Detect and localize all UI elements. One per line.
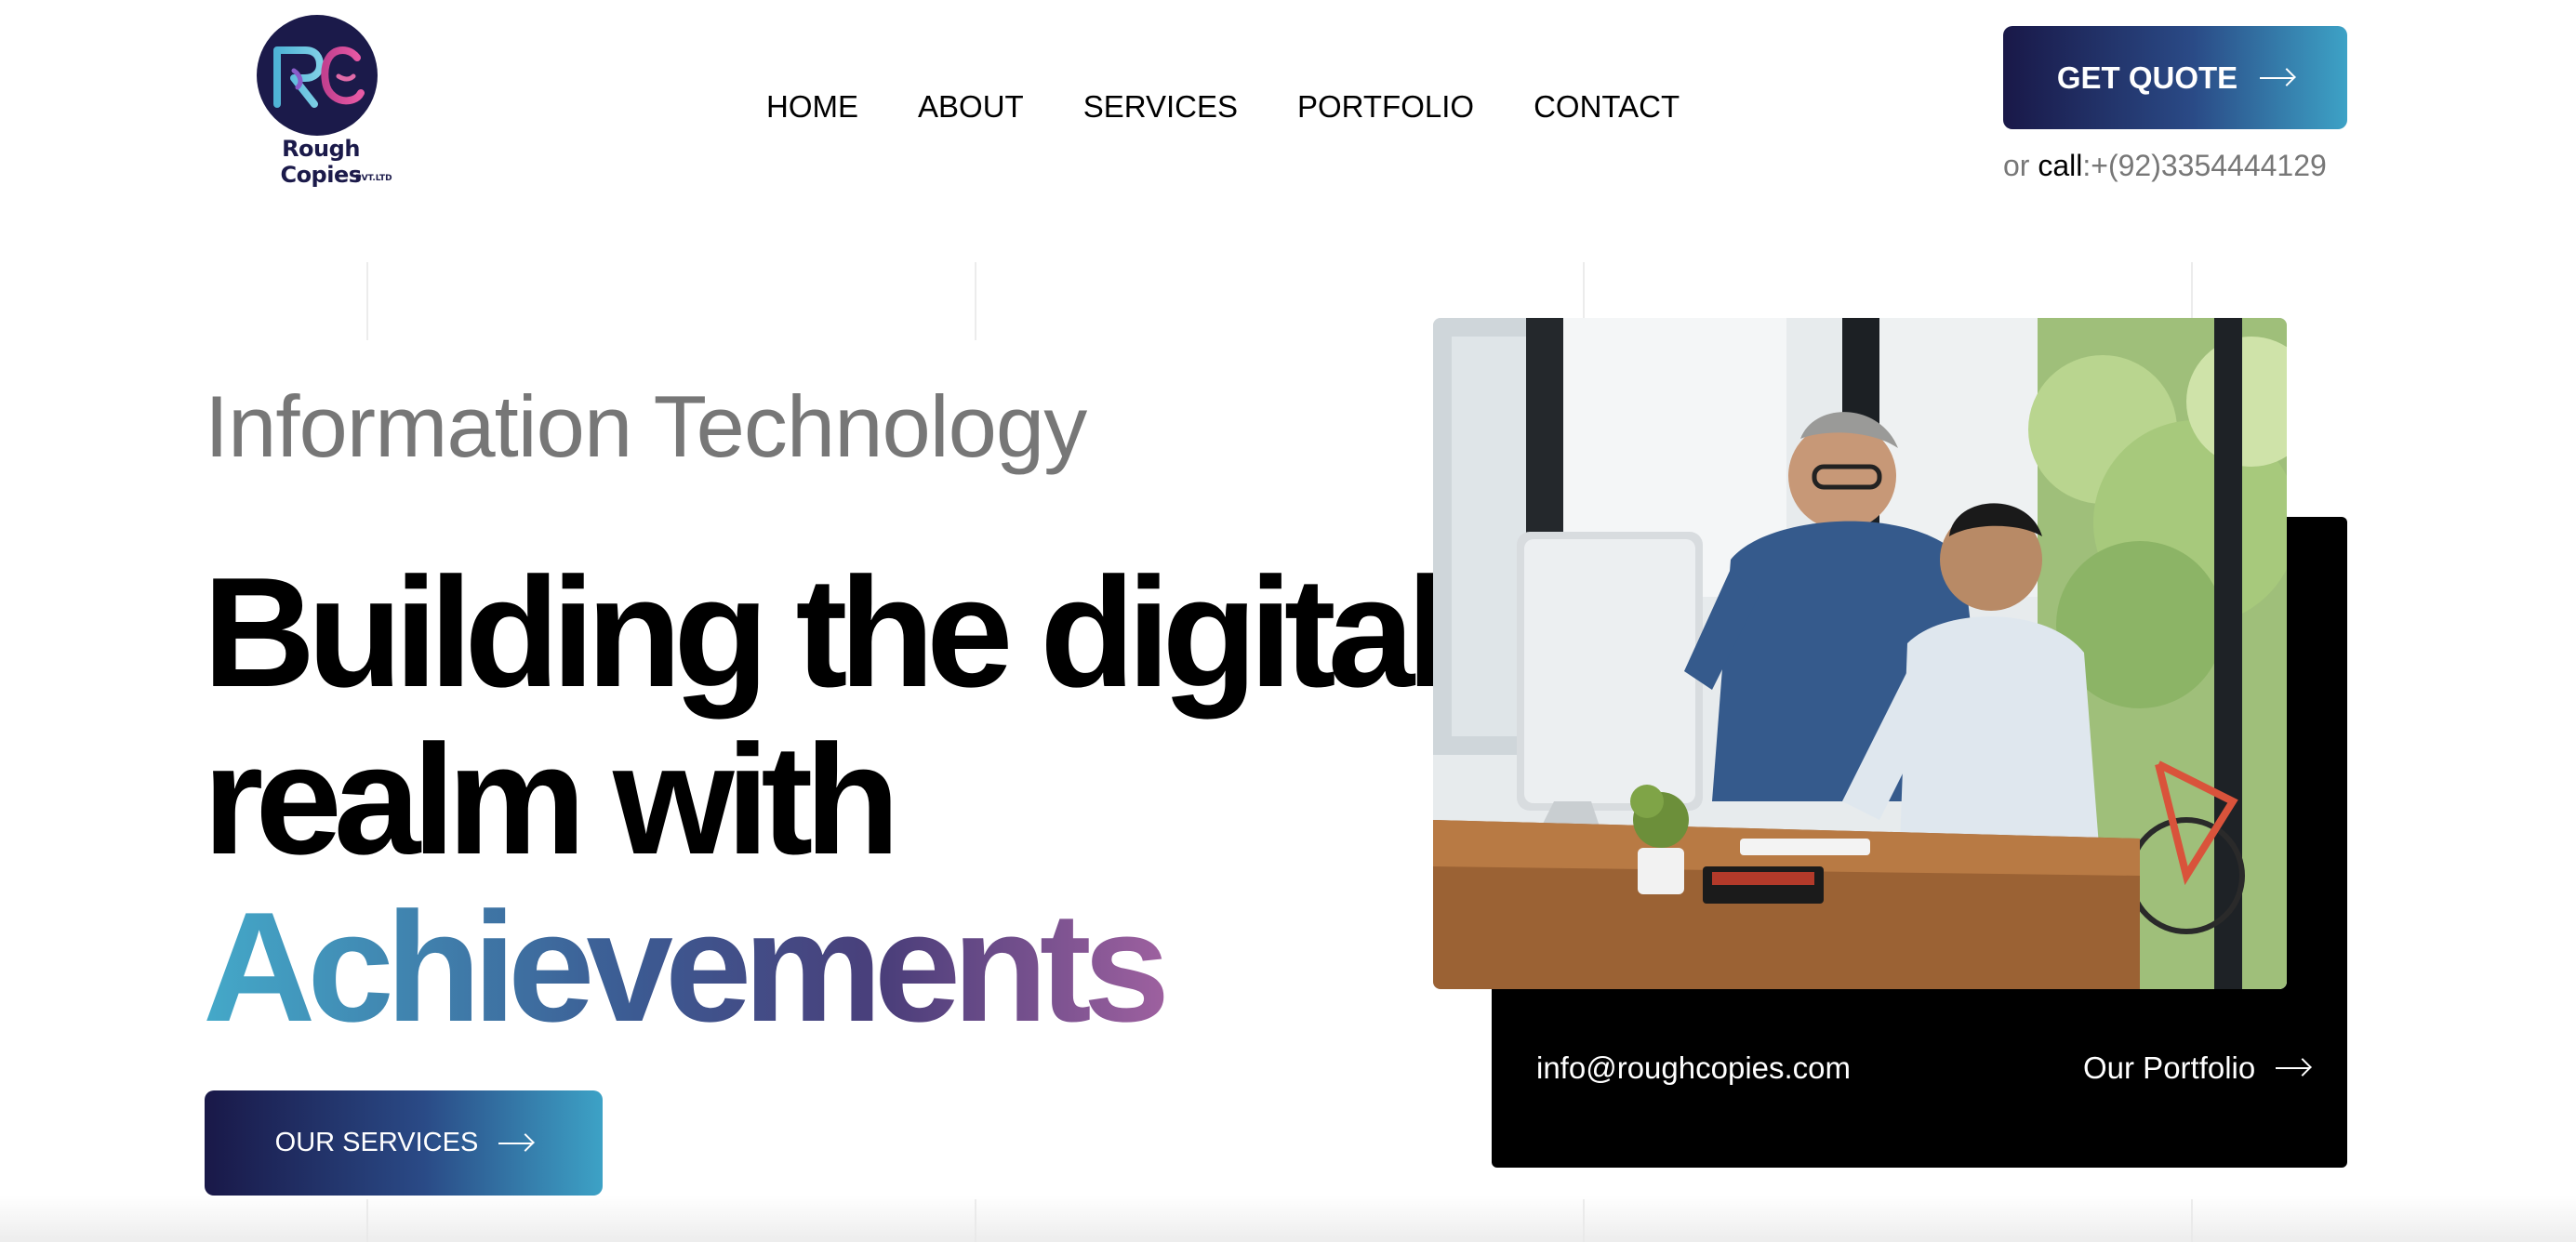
nav-item-about[interactable]: ABOUT xyxy=(918,89,1024,125)
arrow-right-icon xyxy=(498,1142,533,1144)
headline-line-1: Building the digital xyxy=(203,545,1450,720)
guide-line xyxy=(366,262,368,340)
call-line: or call:+(92)3354444129 xyxy=(2003,149,2327,183)
headline-line-2: realm with xyxy=(203,712,900,887)
landing-page: Rough Copies PVT.LTD HOME ABOUT SERVICES… xyxy=(0,0,2576,1242)
get-quote-button[interactable]: GET QUOTE xyxy=(2003,26,2347,129)
call-word: call xyxy=(2038,149,2083,182)
our-services-button[interactable]: OUR SERVICES xyxy=(205,1090,603,1196)
hero-eyebrow: Information Technology xyxy=(205,377,1087,475)
brand-suffix: PVT.LTD xyxy=(355,174,392,183)
our-portfolio-label: Our Portfolio xyxy=(2083,1050,2256,1085)
main-nav: HOME ABOUT SERVICES PORTFOLIO CONTACT xyxy=(766,89,1680,125)
guide-line xyxy=(2191,262,2193,318)
logo-mark xyxy=(257,15,378,136)
nav-item-portfolio[interactable]: PORTFOLIO xyxy=(1297,89,1474,125)
nav-item-home[interactable]: HOME xyxy=(766,89,858,125)
hero-image xyxy=(1433,318,2287,989)
call-prefix: or xyxy=(2003,149,2038,182)
headline-highlight: Achievements xyxy=(203,883,1441,1050)
office-photo xyxy=(1433,318,2287,989)
email-link[interactable]: info@roughcopies.com xyxy=(1536,1050,1851,1086)
nav-item-services[interactable]: SERVICES xyxy=(1083,89,1238,125)
logo-monogram-icon xyxy=(273,46,365,108)
guide-line xyxy=(1583,262,1585,318)
nav-item-contact[interactable]: CONTACT xyxy=(1534,89,1680,125)
our-services-label: OUR SERVICES xyxy=(274,1128,479,1157)
phone-link[interactable]: :+(92)3354444129 xyxy=(2082,149,2326,182)
guide-line xyxy=(975,262,976,340)
our-portfolio-link[interactable]: Our Portfolio xyxy=(2083,1050,2310,1086)
arrow-right-icon xyxy=(2276,1067,2310,1069)
arrow-right-icon xyxy=(2260,76,2294,79)
logo[interactable]: Rough Copies PVT.LTD xyxy=(242,15,400,188)
section-fade xyxy=(0,1196,2576,1242)
get-quote-label: GET QUOTE xyxy=(2056,59,2238,95)
hero-headline: Building the digital realm with Achievem… xyxy=(203,545,1450,1050)
